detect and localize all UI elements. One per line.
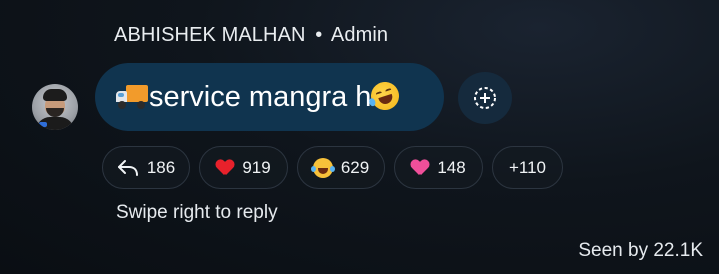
sender-line: ABHISHEK MALHAN • Admin bbox=[114, 24, 388, 47]
sender-name[interactable]: ABHISHEK MALHAN bbox=[114, 24, 306, 46]
more-reactions-chip[interactable]: +110 bbox=[492, 146, 563, 189]
reaction-count: 186 bbox=[146, 157, 176, 177]
reaction-count: 148 bbox=[437, 157, 466, 177]
reaction-count: +110 bbox=[508, 157, 547, 177]
swipe-hint: Swipe right to reply bbox=[116, 202, 278, 223]
reaction-count: 629 bbox=[340, 157, 370, 177]
pink-heart-icon bbox=[411, 160, 429, 176]
laughing-tears-icon bbox=[310, 157, 335, 178]
add-reaction-button[interactable] bbox=[458, 72, 512, 124]
laughing-reaction-chip[interactable]: 629 bbox=[297, 146, 385, 189]
channel-message-screen: ABHISHEK MALHAN • Admin service mangra h bbox=[0, 0, 719, 274]
avatar[interactable] bbox=[32, 84, 78, 130]
delivery-truck-icon bbox=[115, 83, 149, 109]
sender-separator: • bbox=[315, 24, 323, 46]
message-bubble[interactable]: service mangra h bbox=[95, 63, 444, 131]
red-heart-icon bbox=[216, 160, 234, 176]
reaction-count: 919 bbox=[242, 157, 271, 177]
message-content: service mangra h bbox=[115, 77, 404, 114]
reply-arrow-icon bbox=[117, 159, 138, 176]
message-text: service mangra h bbox=[149, 80, 372, 113]
rolling-laughing-icon bbox=[367, 77, 404, 114]
pink-heart-reaction-chip[interactable]: 148 bbox=[394, 146, 483, 189]
red-heart-reaction-chip[interactable]: 919 bbox=[199, 146, 288, 189]
seen-by-count: Seen by 22.1K bbox=[578, 240, 703, 261]
sender-role: Admin bbox=[330, 24, 389, 46]
reply-count-chip[interactable]: 186 bbox=[102, 146, 190, 189]
add-reaction-icon bbox=[474, 87, 496, 109]
